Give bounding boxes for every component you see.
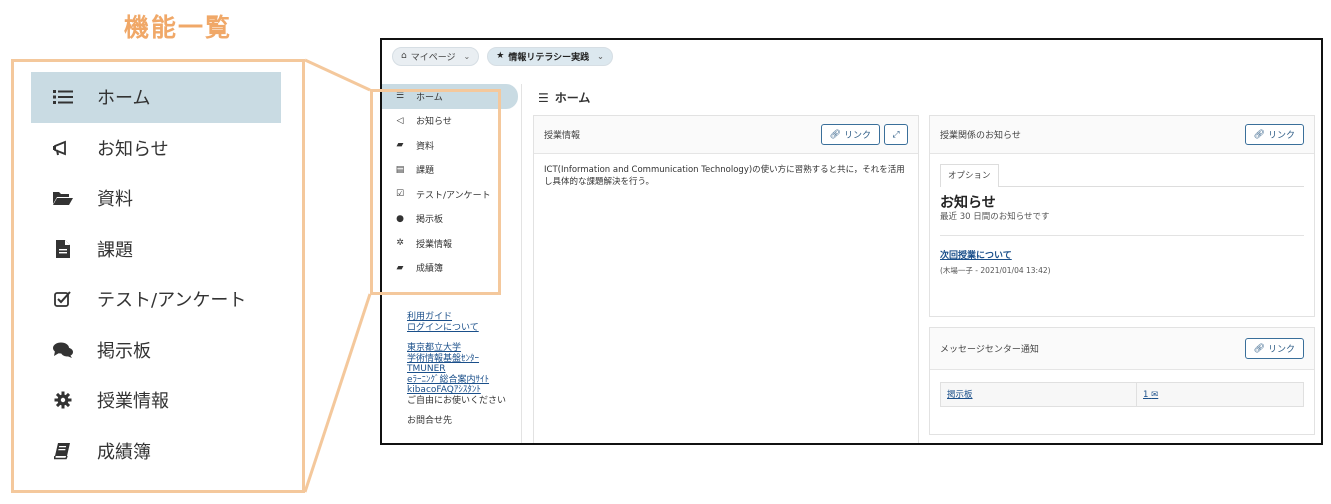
message-center-header: メッセージセンター通知 🔗︎ リンク	[930, 328, 1314, 370]
center-link[interactable]: 学術情報基盤ｾﾝﾀｰ	[407, 354, 506, 365]
options-tab[interactable]: オプション	[940, 164, 999, 187]
link-icon: 🔗︎	[1253, 343, 1265, 354]
list-icon	[51, 87, 75, 107]
site-label: 情報リテラシー実践	[508, 52, 590, 63]
panel-title: 機能一覧	[123, 13, 232, 42]
link-button-label: リンク	[843, 131, 871, 141]
feature-item-label: テスト/アンケート	[97, 290, 247, 312]
guide-link[interactable]: 利用ガイド	[407, 312, 506, 323]
notice-item-link[interactable]: 次回授業について	[940, 251, 1012, 261]
expand-button[interactable]: ⤢	[884, 124, 908, 145]
login-link[interactable]: ログインについて	[407, 323, 506, 334]
book-icon	[51, 441, 75, 461]
feature-item-assignments: 課題	[31, 224, 281, 275]
feature-item-label: ホーム	[97, 88, 151, 110]
free-use-text: ご自由にお使いください	[407, 395, 507, 406]
class-info-card: 授業情報 🔗︎ リンク ⤢ ICT(Information and Communi…	[533, 115, 919, 443]
elearning-link[interactable]: eﾗｰﾆﾝｸﾞ総合案内ｻｲﾄ	[407, 375, 506, 386]
feature-item-tests: テスト/アンケート	[31, 274, 281, 325]
feature-item-gradebook: 成績簿	[31, 426, 281, 477]
forum-count: 1	[1143, 389, 1149, 400]
message-center-body: 掲示板 1 ✉	[930, 370, 1314, 417]
chevron-down-icon: ⌄	[597, 51, 604, 61]
sidebar-highlight-frame	[370, 89, 501, 295]
faq-link[interactable]: kibacoFAQｱｼｽﾀﾝﾄ	[407, 385, 506, 396]
notices-body: オプション お知らせ 最近 30 日間のお知らせです 次回授業について (木場一…	[930, 154, 1314, 287]
mypage-tab[interactable]: ⌂ マイページ ⌄	[392, 46, 480, 66]
chevron-down-icon: ⌄	[463, 51, 471, 61]
feature-item-label: 資料	[97, 189, 133, 211]
folder-open-icon	[51, 188, 75, 208]
forum-count-link[interactable]: 1 ✉	[1143, 390, 1158, 400]
notices-card: 授業関係のお知らせ 🔗︎ リンク オプション お知らせ 最近 30 日間のお知らせ…	[929, 115, 1315, 317]
mail-icon: ✉	[1151, 389, 1159, 400]
tmuner-link[interactable]: TMUNER	[407, 364, 506, 375]
table-cell: 1 ✉	[1136, 382, 1304, 407]
expand-icon: ⤢	[892, 129, 900, 140]
sidebar-links: 利用ガイド ログインについて 東京都立大学 学術情報基盤ｾﾝﾀｰ TMUNER …	[407, 312, 506, 427]
feature-item-resources: 資料	[31, 173, 281, 224]
link-button-label: リンク	[1267, 131, 1295, 141]
file-icon	[51, 239, 75, 259]
gear-icon	[51, 390, 75, 410]
univ-link[interactable]: 東京都立大学	[407, 343, 506, 354]
forum-link[interactable]: 掲示板	[947, 390, 973, 400]
link-button-label: リンク	[1267, 345, 1295, 355]
notices-title: 授業関係のお知らせ	[940, 131, 1021, 141]
table-row: 掲示板 1 ✉	[939, 382, 1304, 407]
feature-item-home: ホーム	[31, 72, 281, 123]
comments-icon	[51, 340, 75, 360]
message-center-title: メッセージセンター通知	[940, 345, 1039, 355]
feature-item-label: 授業情報	[97, 391, 169, 413]
link-icon: 🔗︎	[1253, 129, 1265, 140]
top-nav: ⌂ マイページ ⌄ ★ 情報リテラシー実践 ⌄	[382, 40, 1321, 72]
class-info-header: 授業情報 🔗︎ リンク ⤢	[534, 116, 918, 154]
feature-item-announcements: お知らせ	[31, 123, 281, 174]
notice-item-meta: (木場一子 - 2021/01/04 13:42)	[940, 266, 1051, 275]
site-tab[interactable]: ★ 情報リテラシー実践 ⌄	[487, 46, 613, 66]
feature-item-label: 成績簿	[97, 441, 151, 463]
feature-item-label: お知らせ	[97, 138, 169, 160]
message-center-link-button[interactable]: 🔗︎ リンク	[1244, 338, 1304, 359]
notice-heading: お知らせ	[940, 195, 996, 211]
home-icon: ⌂	[401, 51, 407, 61]
feature-item-class-info: 授業情報	[31, 375, 281, 426]
lms-screenshot: ⌂ マイページ ⌄ ★ 情報リテラシー実践 ⌄ ☰ ホーム ◁ お知らせ ▰ 資料 ▤…	[380, 38, 1323, 445]
notices-header: 授業関係のお知らせ 🔗︎ リンク	[930, 116, 1314, 154]
mypage-label: マイページ	[410, 52, 456, 63]
table-cell: 掲示板	[939, 382, 1138, 407]
class-info-link-button[interactable]: 🔗︎ リンク	[820, 124, 880, 145]
page-title-text: ホーム	[554, 91, 591, 105]
page-title: ☰ ホーム	[538, 89, 590, 106]
feature-item-forum: 掲示板	[31, 325, 281, 376]
message-center-table: 掲示板 1 ✉	[939, 382, 1304, 407]
class-info-title: 授業情報	[544, 131, 581, 141]
feature-item-label: 課題	[97, 239, 133, 261]
feature-item-label: 掲示板	[97, 340, 151, 362]
class-info-body: ICT(Information and Communication Techno…	[544, 165, 905, 187]
notices-link-button[interactable]: 🔗︎ リンク	[1244, 124, 1304, 145]
link-icon: 🔗︎	[829, 129, 841, 140]
list-icon: ☰	[538, 90, 549, 105]
check-square-icon	[51, 289, 75, 309]
notice-subtitle: 最近 30 日間のお知らせです	[940, 212, 1050, 222]
contact-text: お問合せ先	[407, 416, 453, 426]
megaphone-icon	[51, 138, 75, 158]
feature-list: ホーム お知らせ 資料 課題 テスト/アンケート 掲示板 授業情報 成績簿	[31, 72, 281, 476]
star-icon: ★	[496, 51, 505, 61]
message-center-card: メッセージセンター通知 🔗︎ リンク 掲示板 1 ✉	[929, 327, 1315, 435]
